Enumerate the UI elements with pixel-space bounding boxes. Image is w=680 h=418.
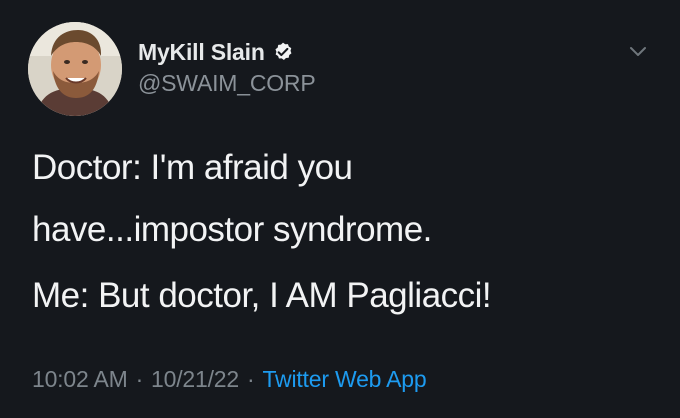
meta-separator: · (135, 366, 144, 392)
tweet-line: Doctor: I'm afraid you (32, 148, 353, 187)
tweet-line: have...impostor syndrome. (32, 210, 432, 249)
name-row: MyKill Slain (138, 38, 315, 66)
tweet-date[interactable]: 10/21/22 (151, 366, 239, 392)
meta-separator: · (246, 366, 255, 392)
tweet-line: Me: But doctor, I AM Pagliacci! (32, 276, 492, 315)
avatar[interactable] (28, 22, 122, 116)
more-options-button[interactable] (622, 36, 654, 68)
user-handle[interactable]: @SWAIM_CORP (138, 70, 316, 97)
tweet-meta: 10:02 AM · 10/21/22 · Twitter Web App (32, 366, 427, 393)
tweet-source[interactable]: Twitter Web App (262, 366, 426, 392)
chevron-down-icon (630, 47, 646, 56)
verified-badge-icon (272, 41, 294, 63)
tweet-time[interactable]: 10:02 AM (32, 366, 128, 392)
avatar-image (28, 22, 122, 116)
tweet-card: MyKill Slain @SWAIM_CORP Doctor: I'm afr… (0, 0, 680, 418)
tweet-text: Doctor: I'm afraid you have...impostor s… (32, 148, 652, 316)
display-name[interactable]: MyKill Slain (138, 39, 265, 66)
user-info[interactable]: MyKill Slain @SWAIM_CORP (138, 38, 316, 97)
